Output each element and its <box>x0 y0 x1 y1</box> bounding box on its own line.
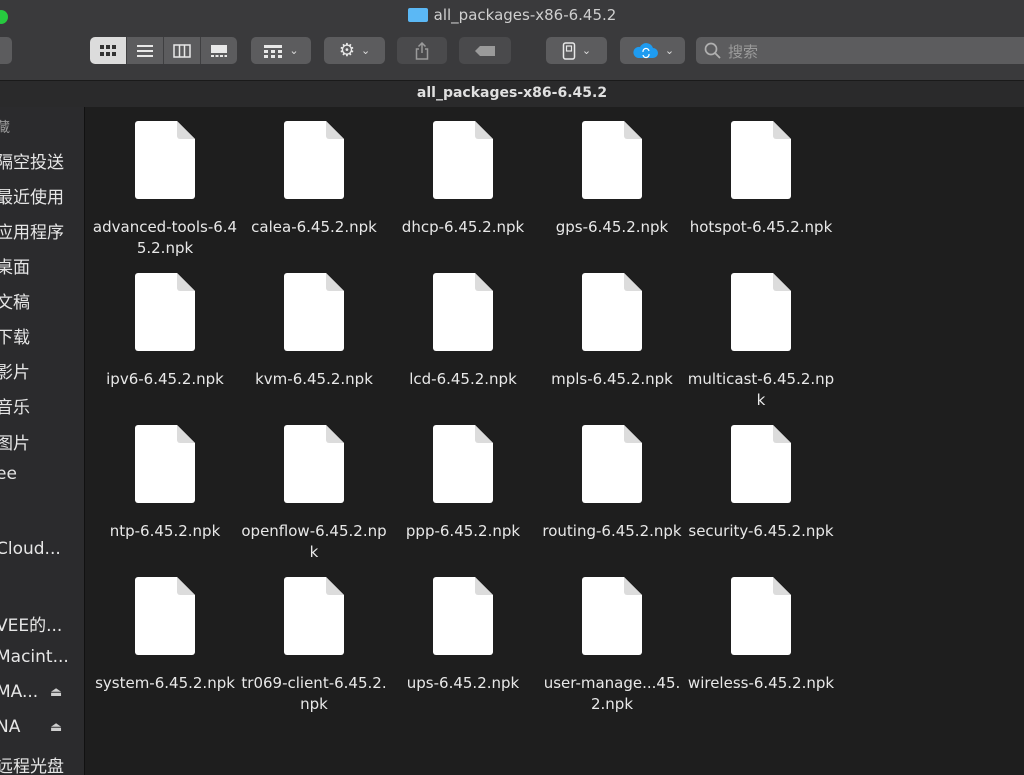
document-icon <box>433 577 493 655</box>
document-icon <box>284 121 344 199</box>
document-icon <box>582 121 642 199</box>
document-icon <box>135 425 195 503</box>
path-title-bar: all_packages-x86-6.45.2 <box>0 80 1024 108</box>
file-name: ppp-6.45.2.npk <box>405 522 521 540</box>
chevron-down-icon: ⌄ <box>360 44 371 57</box>
document-icon <box>284 273 344 351</box>
list-view-button[interactable] <box>127 37 164 64</box>
eject-icon[interactable]: ⏏ <box>50 685 62 700</box>
sidebar-item-home[interactable]: ee <box>0 464 17 484</box>
search-icon <box>704 42 721 59</box>
gallery-view-button[interactable] <box>201 37 237 64</box>
document-icon <box>135 273 195 351</box>
share-button[interactable] <box>397 37 447 64</box>
file-name: calea-6.45.2.npk <box>251 218 377 236</box>
sidebar-item-remote-disc[interactable]: 远程光盘 <box>0 752 64 775</box>
file-name: user-manage...45.2.npk <box>543 674 681 713</box>
file-name: routing-6.45.2.npk <box>542 522 682 540</box>
list-view-icon <box>137 44 153 57</box>
file-name: security-6.45.2.npk <box>688 522 834 540</box>
document-icon <box>135 577 195 655</box>
file-name: lcd-6.45.2.npk <box>409 370 517 388</box>
search-field[interactable]: 搜索 <box>696 37 1024 64</box>
file-grid: advanced-tools-6.45.2.npk calea-6.45.2.n… <box>85 107 1024 775</box>
eject-icon[interactable]: ⏏ <box>50 720 62 735</box>
gallery-view-icon <box>211 44 227 57</box>
document-icon <box>433 121 493 199</box>
icloud-button[interactable]: ⌄ <box>620 37 685 64</box>
sidebar: 藏 隔空投送 最近使用 应用程序 桌面 文稿 下载 影片 音乐 图片 ee Cl… <box>0 107 85 775</box>
disk-icon <box>562 41 576 60</box>
file-name: advanced-tools-6.45.2.npk <box>92 218 238 257</box>
sidebar-item-volume-ma[interactable]: MA... <box>0 682 38 702</box>
icon-view-icon <box>100 44 116 56</box>
file-name: ups-6.45.2.npk <box>406 674 520 692</box>
file-name: hotspot-6.45.2.npk <box>689 218 833 236</box>
file-name: mpls-6.45.2.npk <box>551 370 673 388</box>
window-title-text: all_packages-x86-6.45.2 <box>433 6 617 24</box>
action-button[interactable]: ⚙ ⌄ <box>324 37 385 64</box>
file-name: kvm-6.45.2.npk <box>255 370 373 388</box>
document-icon <box>582 273 642 351</box>
sidebar-item-macintosh-hd[interactable]: Macint... <box>0 647 69 667</box>
document-icon <box>731 425 791 503</box>
file-name: ntp-6.45.2.npk <box>109 522 221 540</box>
view-mode-control <box>90 37 237 64</box>
sidebar-item-applications[interactable]: 应用程序 <box>0 218 64 243</box>
icon-view-button[interactable] <box>90 37 127 64</box>
back-button[interactable] <box>0 37 12 64</box>
folder-icon <box>407 8 428 22</box>
document-icon <box>284 577 344 655</box>
chevron-down-icon: ⌄ <box>581 44 592 57</box>
share-icon <box>415 41 429 60</box>
column-view-icon <box>173 43 191 58</box>
sidebar-item-downloads[interactable]: 下载 <box>0 323 30 348</box>
file-name: gps-6.45.2.npk <box>555 218 669 236</box>
grid-group-icon <box>264 44 283 58</box>
document-icon <box>731 577 791 655</box>
gear-icon: ⚙ <box>338 40 355 61</box>
document-icon <box>582 577 642 655</box>
document-icon <box>433 425 493 503</box>
file-name: tr069-client-6.45.2.npk <box>241 674 387 713</box>
document-icon <box>135 121 195 199</box>
document-icon <box>433 273 493 351</box>
sidebar-section-favorites: 藏 <box>0 117 10 137</box>
file-name: ipv6-6.45.2.npk <box>106 370 224 388</box>
file-name: openflow-6.45.2.npk <box>241 522 387 561</box>
tag-icon <box>475 45 495 56</box>
file-name: dhcp-6.45.2.npk <box>401 218 525 236</box>
sidebar-item-airdrop[interactable]: 隔空投送 <box>0 148 64 173</box>
title-bar: all_packages-x86-6.45.2 ⌄ ⚙ ⌄ ⌄ ⌄ 搜索 <box>0 0 1024 80</box>
sidebar-item-device[interactable]: VEE的... <box>0 611 62 636</box>
chevron-down-icon: ⌄ <box>289 44 299 57</box>
sidebar-item-pictures[interactable]: 图片 <box>0 429 30 454</box>
sidebar-item-icloud-drive[interactable]: Cloud... <box>0 539 61 559</box>
window-title: all_packages-x86-6.45.2 <box>0 6 1024 24</box>
sidebar-item-nas[interactable]: NA <box>0 717 20 737</box>
sidebar-item-recents[interactable]: 最近使用 <box>0 183 64 208</box>
chevron-down-icon: ⌄ <box>664 44 675 57</box>
group-by-button[interactable]: ⌄ <box>251 37 311 64</box>
document-icon <box>731 273 791 351</box>
file-name: wireless-6.45.2.npk <box>687 674 835 692</box>
disk-button[interactable]: ⌄ <box>546 37 607 64</box>
icloud-icon <box>633 42 658 58</box>
file-name: multicast-6.45.2.npk <box>687 370 835 409</box>
column-view-button[interactable] <box>164 37 201 64</box>
tag-button[interactable] <box>459 37 511 64</box>
document-icon <box>582 425 642 503</box>
document-icon <box>284 425 344 503</box>
search-placeholder: 搜索 <box>728 43 759 61</box>
sidebar-item-music[interactable]: 音乐 <box>0 393 30 418</box>
file-name: system-6.45.2.npk <box>95 674 235 692</box>
document-icon <box>731 121 791 199</box>
sidebar-item-documents[interactable]: 文稿 <box>0 288 30 313</box>
sidebar-item-movies[interactable]: 影片 <box>0 358 30 383</box>
sidebar-item-desktop[interactable]: 桌面 <box>0 253 30 278</box>
